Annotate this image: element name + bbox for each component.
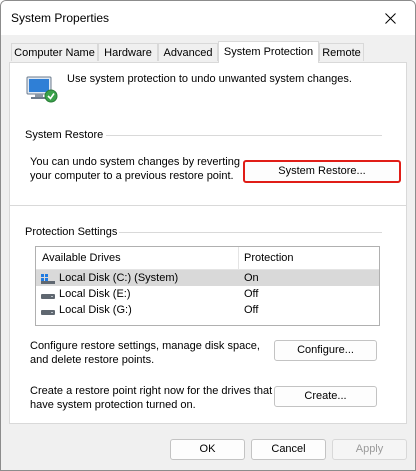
drive-row-c[interactable]: Local Disk (C:) (System) On — [36, 270, 379, 286]
column-available-drives[interactable]: Available Drives — [42, 252, 121, 264]
tab-advanced[interactable]: Advanced — [158, 43, 218, 61]
section-divider — [10, 205, 406, 206]
system-restore-button[interactable]: System Restore... — [243, 160, 401, 183]
protection-settings-heading: Protection Settings — [25, 226, 118, 238]
cancel-button[interactable]: Cancel — [251, 439, 326, 460]
system-protection-icon — [26, 76, 58, 103]
system-protection-panel: Use system protection to undo unwanted s… — [9, 62, 407, 424]
drive-row-e[interactable]: Local Disk (E:) Off — [36, 286, 379, 302]
apply-button[interactable]: Apply — [332, 439, 407, 460]
intro-text: Use system protection to undo unwanted s… — [67, 73, 352, 85]
tab-strip: Computer Name Hardware Advanced System P… — [11, 41, 407, 63]
system-properties-window: System Properties Computer Name Hardware… — [0, 0, 416, 471]
configure-desc-line2: and delete restore points. — [30, 354, 155, 366]
drive-name: Local Disk (C:) (System) — [59, 272, 179, 284]
system-restore-heading: System Restore — [25, 129, 104, 141]
drive-name: Local Disk (E:) — [59, 288, 131, 300]
tab-system-protection[interactable]: System Protection — [218, 41, 319, 63]
configure-button[interactable]: Configure... — [274, 340, 377, 361]
close-icon — [384, 12, 396, 24]
protection-settings-divider — [119, 232, 382, 233]
tab-hardware[interactable]: Hardware — [98, 43, 158, 61]
tab-computer-name[interactable]: Computer Name — [11, 43, 98, 61]
title-bar: System Properties — [1, 1, 415, 35]
create-desc-line2: have system protection turned on. — [30, 399, 196, 411]
drive-protection-status: Off — [244, 304, 259, 316]
tab-remote[interactable]: Remote — [319, 43, 364, 61]
drives-list[interactable]: Available Drives Protection Local Disk (… — [35, 246, 380, 326]
drive-icon — [41, 294, 55, 299]
create-button[interactable]: Create... — [274, 386, 377, 407]
ok-button[interactable]: OK — [170, 439, 245, 460]
drive-icon — [41, 310, 55, 315]
drives-list-header: Available Drives Protection — [36, 247, 379, 270]
drive-protection-status: On — [244, 272, 259, 284]
system-restore-divider — [106, 135, 382, 136]
window-title: System Properties — [11, 11, 110, 25]
configure-desc-line1: Configure restore settings, manage disk … — [30, 340, 260, 352]
system-drive-icon — [41, 274, 55, 284]
system-restore-desc-line1: You can undo system changes by reverting — [30, 156, 240, 168]
drive-name: Local Disk (G:) — [59, 304, 132, 316]
column-protection[interactable]: Protection — [244, 252, 294, 264]
close-button[interactable] — [367, 1, 413, 35]
create-desc-line1: Create a restore point right now for the… — [30, 385, 273, 397]
drive-protection-status: Off — [244, 288, 259, 300]
system-restore-desc-line2: your computer to a previous restore poin… — [30, 170, 234, 182]
column-divider — [238, 247, 239, 269]
drive-row-g[interactable]: Local Disk (G:) Off — [36, 302, 379, 318]
